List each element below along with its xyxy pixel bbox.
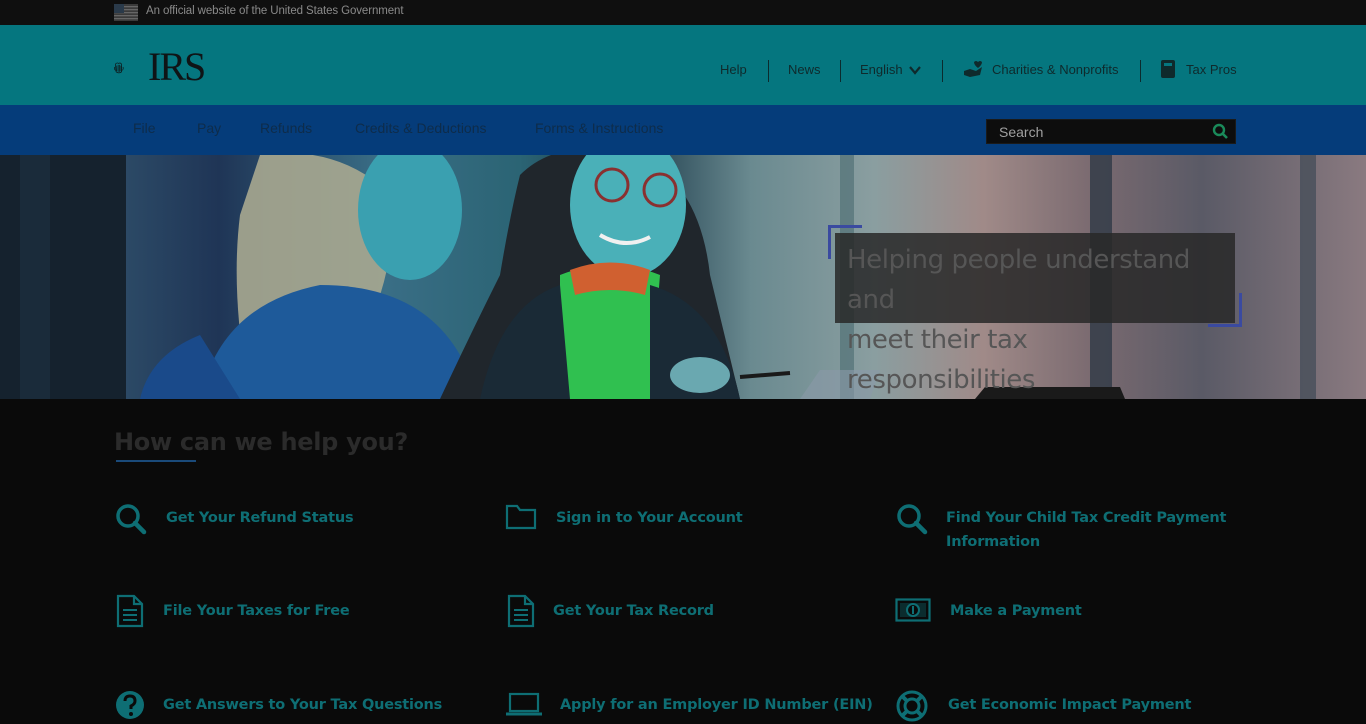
hero-caption: Helping people understand and meet their…	[835, 233, 1235, 395]
charities-link[interactable]: Charities & Nonprofits	[992, 62, 1118, 77]
hand-heart-icon[interactable]	[962, 59, 984, 79]
help-link[interactable]: Help	[720, 62, 747, 77]
search-icon	[116, 504, 147, 535]
task-label[interactable]: Sign in to Your Account	[556, 506, 743, 530]
search-box	[986, 119, 1236, 144]
nav-pay[interactable]: Pay	[197, 120, 221, 136]
task-label[interactable]: Make a Payment	[950, 599, 1082, 623]
task-label[interactable]: Get Economic Impact Payment	[948, 693, 1191, 717]
money-icon	[895, 598, 931, 622]
main-nav: File Pay Refunds Credits & Deductions Fo…	[0, 105, 1366, 155]
hero-banner: Helping people understand and meet their…	[0, 155, 1366, 399]
task-label[interactable]: Apply for an Employer ID Number (EIN)	[560, 693, 873, 717]
folder-icon	[505, 504, 537, 530]
site-header: IRS Help News English Charities & Nonpro…	[0, 25, 1366, 105]
gov-banner-text: An official website of the United States…	[146, 5, 404, 17]
task-label[interactable]: Information	[946, 530, 1040, 554]
divider	[768, 60, 769, 82]
laptop-icon	[506, 692, 542, 716]
tax-pros-link[interactable]: Tax Pros	[1186, 62, 1237, 77]
nav-refunds[interactable]: Refunds	[260, 120, 312, 136]
hero-caption-line1: Helping people understand and	[847, 245, 1190, 315]
nav-forms-instructions[interactable]: Forms & Instructions	[535, 120, 663, 136]
task-label[interactable]: Get Your Tax Record	[553, 599, 714, 623]
search-icon[interactable]	[1211, 123, 1231, 141]
question-icon	[116, 691, 144, 719]
divider	[942, 60, 943, 82]
divider	[1140, 60, 1141, 82]
language-select[interactable]: English	[860, 62, 903, 77]
task-label[interactable]: File Your Taxes for Free	[163, 599, 350, 623]
task-label[interactable]: Find Your Child Tax Credit Payment	[946, 506, 1226, 530]
help-section-title: How can we help you?	[114, 428, 409, 456]
chevron-down-icon[interactable]	[908, 63, 922, 77]
caption-corner-decor	[1208, 293, 1242, 327]
irs-logo-text[interactable]: IRS	[148, 47, 206, 87]
title-underline	[116, 460, 196, 462]
nav-credits-deductions[interactable]: Credits & Deductions	[355, 120, 487, 136]
document-icon	[507, 594, 535, 628]
hero-caption-line2: meet their tax responsibilities	[847, 325, 1036, 395]
gov-banner: An official website of the United States…	[0, 0, 1366, 25]
us-flag-icon	[114, 4, 138, 21]
document-icon	[116, 594, 144, 628]
task-label[interactable]: Get Your Refund Status	[166, 506, 354, 530]
search-icon	[897, 504, 928, 535]
irs-logo-eagle-icon[interactable]	[114, 49, 150, 87]
search-input[interactable]	[987, 120, 1207, 143]
lifebuoy-icon	[896, 690, 928, 722]
task-label[interactable]: Get Answers to Your Tax Questions	[163, 693, 442, 717]
news-link[interactable]: News	[788, 62, 821, 77]
nav-file[interactable]: File	[133, 120, 156, 136]
book-icon[interactable]	[1160, 59, 1176, 79]
divider	[840, 60, 841, 82]
